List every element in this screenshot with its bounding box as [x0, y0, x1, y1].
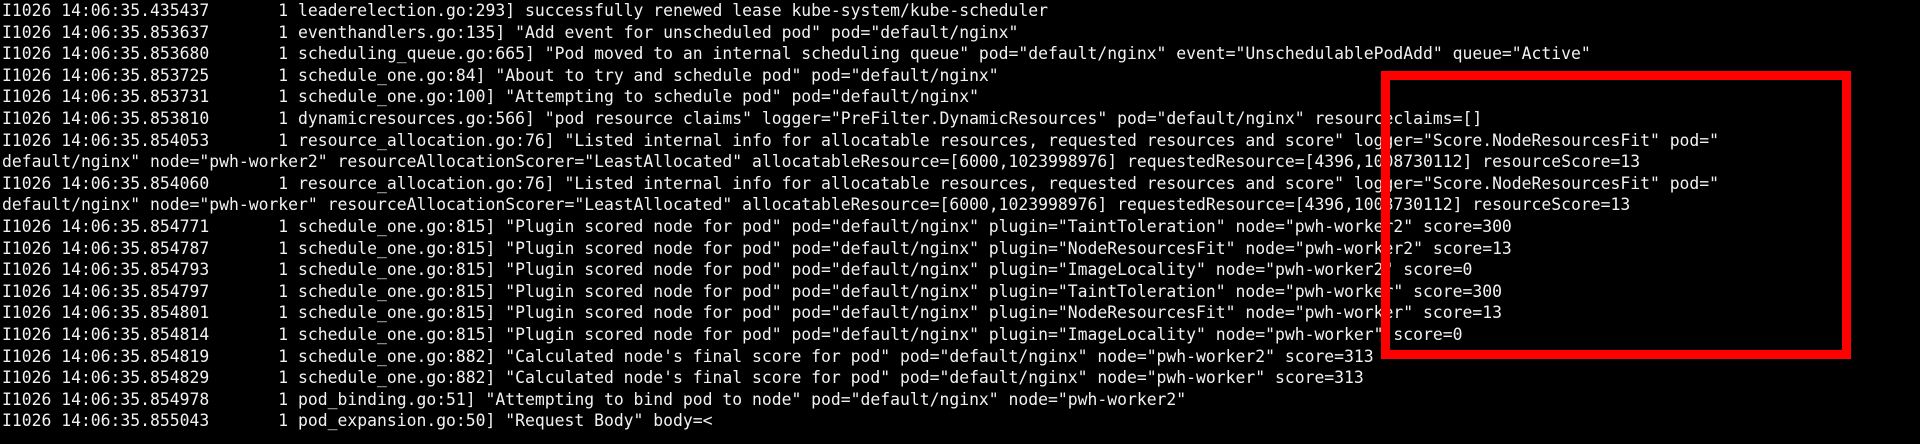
log-line: I1026 14:06:35.853731 1 schedule_one.go:… — [2, 87, 979, 107]
log-line: I1026 14:06:35.854801 1 schedule_one.go:… — [2, 303, 1502, 323]
log-line: I1026 14:06:35.854771 1 schedule_one.go:… — [2, 216, 1512, 236]
log-line: I1026 14:06:35.854787 1 schedule_one.go:… — [2, 238, 1512, 258]
log-line: I1026 14:06:35.853637 1 eventhandlers.go… — [2, 22, 1019, 42]
terminal-window: I1026 14:06:35.435437 1 leaderelection.g… — [0, 0, 1920, 444]
log-line-continuation: default/nginx" node="pwh-worker" resourc… — [2, 195, 1631, 215]
log-output: I1026 14:06:35.435437 1 leaderelection.g… — [2, 0, 1918, 432]
log-line: I1026 14:06:35.854819 1 schedule_one.go:… — [2, 346, 1374, 366]
log-line: I1026 14:06:35.854829 1 schedule_one.go:… — [2, 368, 1364, 388]
log-line: I1026 14:06:35.854053 1 resource_allocat… — [2, 130, 1720, 150]
log-line: I1026 14:06:35.854060 1 resource_allocat… — [2, 173, 1720, 193]
log-line: I1026 14:06:35.854793 1 schedule_one.go:… — [2, 260, 1473, 280]
log-line-continuation: default/nginx" node="pwh-worker2" resour… — [2, 152, 1641, 172]
log-line: I1026 14:06:35.855043 1 pod_expansion.go… — [2, 411, 713, 431]
log-line: I1026 14:06:35.854978 1 pod_binding.go:5… — [2, 389, 1187, 409]
log-line: I1026 14:06:35.853725 1 schedule_one.go:… — [2, 65, 999, 85]
log-line: I1026 14:06:35.853810 1 dynamicresources… — [2, 108, 1483, 128]
log-line: I1026 14:06:35.854814 1 schedule_one.go:… — [2, 324, 1463, 344]
log-line: I1026 14:06:35.854797 1 schedule_one.go:… — [2, 281, 1502, 301]
log-line: I1026 14:06:35.853680 1 scheduling_queue… — [2, 44, 1591, 64]
log-line: I1026 14:06:35.435437 1 leaderelection.g… — [2, 1, 1049, 20]
